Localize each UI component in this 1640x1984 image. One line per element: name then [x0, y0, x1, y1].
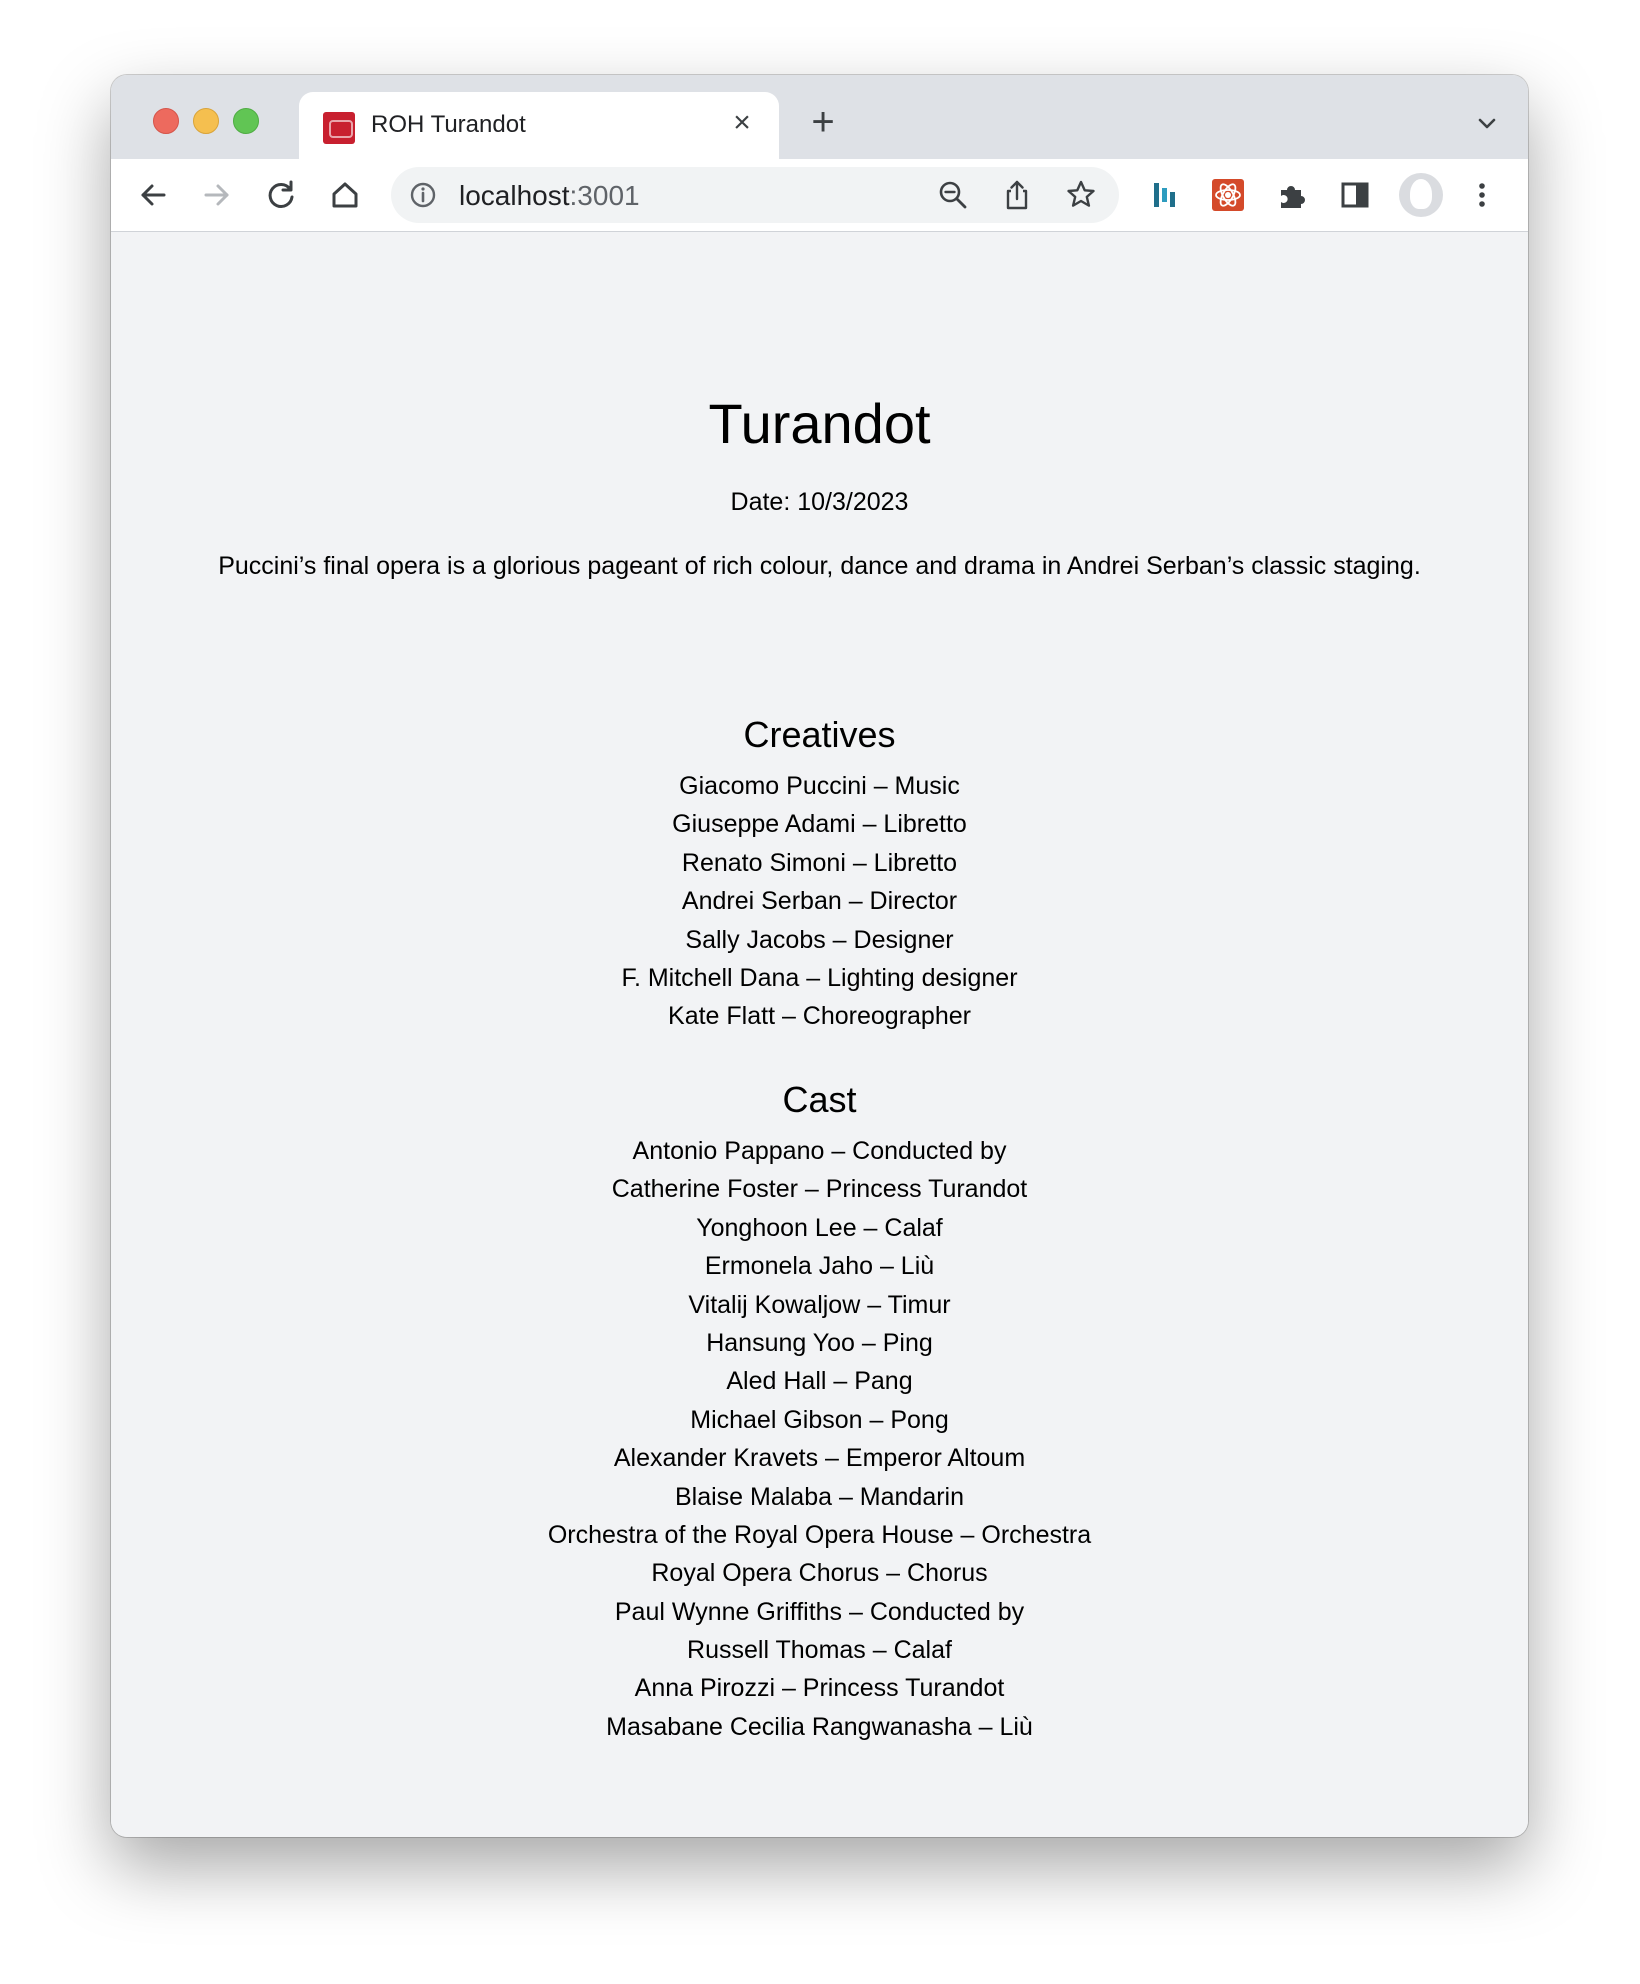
bookmark-star-icon[interactable]	[1063, 177, 1099, 213]
credit-item: Vitalij Kowaljow – Timur	[688, 1290, 951, 1319]
credit-item: Michael Gibson – Pong	[690, 1405, 949, 1434]
credit-item: Yonghoon Lee – Calaf	[696, 1213, 943, 1242]
credit-item: Royal Opera Chorus – Chorus	[651, 1559, 988, 1588]
address-url: localhost:3001	[459, 180, 640, 212]
credit-item: Ermonela Jaho – Liù	[704, 1252, 935, 1281]
cast-heading: Cast	[782, 1079, 857, 1120]
credit-item: Giacomo Puccini – Music	[679, 772, 960, 800]
performance-date: Date: 10/3/2023	[730, 488, 909, 516]
side-panel-icon[interactable]	[1336, 176, 1374, 214]
page-content: Turandot Date: 10/3/2023 Puccini’s final…	[111, 232, 1528, 1837]
roh-logo-icon	[323, 112, 355, 144]
address-host: localhost	[459, 180, 570, 211]
reload-icon[interactable]	[261, 175, 301, 215]
browser-window: ROH Turandot × + localhost:3001 Turandot…	[111, 75, 1528, 1837]
minimize-window-button[interactable]	[193, 108, 219, 134]
credit-item: Kate Flatt – Choreographer	[668, 1002, 971, 1031]
credit-item: F. Mitchell Dana – Lighting designer	[621, 963, 1018, 992]
address-port: :3001	[569, 180, 640, 211]
tab-close-icon[interactable]: ×	[725, 106, 759, 140]
new-tab-button[interactable]: +	[805, 102, 841, 142]
credit-item: Andrei Serban – Director	[681, 887, 958, 916]
credit-item: Masabane Cecilia Rangwanasha – Liù	[606, 1712, 1033, 1741]
extensions-puzzle-icon[interactable]	[1273, 176, 1311, 214]
tab-title: ROH Turandot	[371, 111, 526, 138]
zoom-out-icon[interactable]	[935, 177, 971, 213]
credit-item: Paul Wynne Griffiths – Conducted by	[614, 1597, 1025, 1626]
profile-avatar[interactable]	[1399, 173, 1443, 217]
opera-description: Puccini’s final opera is a glorious page…	[218, 552, 1421, 580]
home-icon[interactable]	[325, 175, 365, 215]
creatives-heading: Creatives	[743, 714, 896, 755]
address-bar[interactable]: localhost:3001	[391, 167, 1119, 223]
credit-item: Renato Simoni – Libretto	[681, 848, 958, 877]
tab-strip: ROH Turandot × +	[111, 75, 1528, 159]
credit-item: Giuseppe Adami – Libretto	[672, 810, 967, 839]
credit-item: Russell Thomas – Calaf	[687, 1636, 952, 1665]
credit-item: Aled Hall – Pang	[726, 1367, 913, 1396]
credit-item: Catherine Foster – Princess Turandot	[611, 1175, 1028, 1204]
creatives-list: Giacomo Puccini – Music Giuseppe Adami – …	[111, 767, 1528, 1036]
credit-item: Sally Jacobs – Designer	[685, 925, 954, 954]
site-info-icon[interactable]	[409, 181, 437, 209]
credit-item: Blaise Malaba – Mandarin	[674, 1482, 965, 1511]
credit-item: Antonio Pappano – Conducted by	[632, 1137, 1007, 1165]
back-arrow-icon[interactable]	[133, 175, 173, 215]
credit-item: Anna Pirozzi – Princess Turandot	[634, 1674, 1005, 1703]
credit-item: Alexander Kravets – Emperor Altoum	[613, 1444, 1026, 1473]
more-menu-icon[interactable]	[1463, 176, 1501, 214]
cast-list: Antonio Pappano – Conducted by Catherine …	[111, 1132, 1528, 1746]
credit-item: Hansung Yoo – Ping	[706, 1328, 933, 1357]
browser-toolbar: localhost:3001	[111, 159, 1528, 232]
react-devtools-icon[interactable]	[1209, 176, 1247, 214]
credit-item: Orchestra of the Royal Opera House – Orc…	[547, 1520, 1092, 1549]
extension-bars-icon[interactable]	[1146, 176, 1184, 214]
close-window-button[interactable]	[153, 108, 179, 134]
page-title: Turandot	[708, 392, 931, 455]
share-icon[interactable]	[999, 177, 1035, 213]
forward-arrow-icon[interactable]	[197, 175, 237, 215]
maximize-window-button[interactable]	[233, 108, 259, 134]
tab-search-chevron-down-icon[interactable]	[1472, 109, 1502, 139]
tab-roh-turandot[interactable]: ROH Turandot ×	[299, 92, 779, 159]
